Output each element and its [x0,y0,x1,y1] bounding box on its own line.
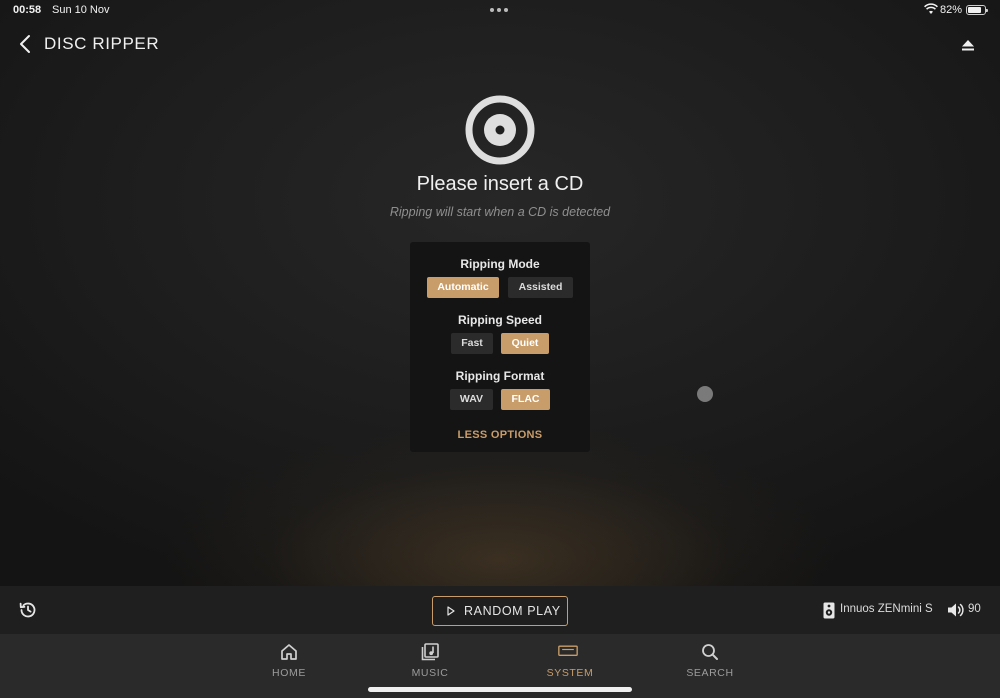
search-icon [702,644,718,660]
tab-search[interactable]: SEARCH [660,640,760,680]
status-bar: 00:58 Sun 10 Nov 82% [0,0,1000,20]
history-button[interactable] [18,600,38,620]
tab-system-label: SYSTEM [546,667,594,679]
fast-speed-button[interactable]: Fast [451,333,493,354]
tab-home[interactable]: HOME [239,640,339,680]
back-button[interactable] [14,32,38,56]
cd-icon [465,95,535,165]
insert-cd-title: Please insert a CD [416,173,584,195]
assisted-mode-button[interactable]: Assisted [508,277,573,298]
eject-button[interactable] [956,33,980,57]
player-bar: RANDOM PLAY Innuos ZENmini S 90 [0,586,1000,634]
tab-home-label: HOME [272,667,306,679]
ripping-format-label: Ripping Format [455,369,545,383]
flac-format-button[interactable]: FLAC [501,389,550,410]
wifi-icon [924,3,938,14]
battery-icon [966,5,988,15]
less-options-link[interactable]: LESS OPTIONS [410,429,590,441]
volume-icon[interactable] [947,602,965,618]
quiet-speed-button[interactable]: Quiet [501,333,549,354]
system-device-icon [558,645,578,656]
status-time: 00:58 [13,4,42,16]
tab-music-label: MUSIC [411,667,449,679]
automatic-mode-button[interactable]: Automatic [427,277,499,298]
music-library-icon [421,643,439,661]
volume-value: 90 [968,603,981,615]
battery-percent: 82% [940,4,963,16]
speaker-device-icon [823,602,835,619]
multitask-dots-icon[interactable] [490,8,508,12]
home-icon [281,644,297,660]
device-name[interactable]: Innuos ZENmini S [840,603,933,615]
play-icon [447,606,455,616]
tab-music[interactable]: MUSIC [380,640,480,680]
random-play-label: RANDOM PLAY [464,604,561,618]
wav-format-button[interactable]: WAV [450,389,493,410]
random-play-button[interactable]: RANDOM PLAY [432,596,568,626]
status-date: Sun 10 Nov [52,4,110,16]
touch-indicator [697,386,713,402]
chevron-left-icon [20,35,30,53]
tab-system[interactable]: SYSTEM [520,640,620,680]
ripping-speed-label: Ripping Speed [458,313,542,327]
ripping-options-panel: Ripping Mode Automatic Assisted Ripping … [410,242,590,452]
ripping-mode-label: Ripping Mode [460,257,540,271]
history-icon [19,602,36,618]
tab-search-label: SEARCH [686,667,734,679]
page-title: DISC RIPPER [44,34,160,53]
insert-cd-subtitle: Ripping will start when a CD is detected [389,205,611,219]
eject-icon [962,40,974,51]
home-indicator[interactable] [368,687,632,692]
